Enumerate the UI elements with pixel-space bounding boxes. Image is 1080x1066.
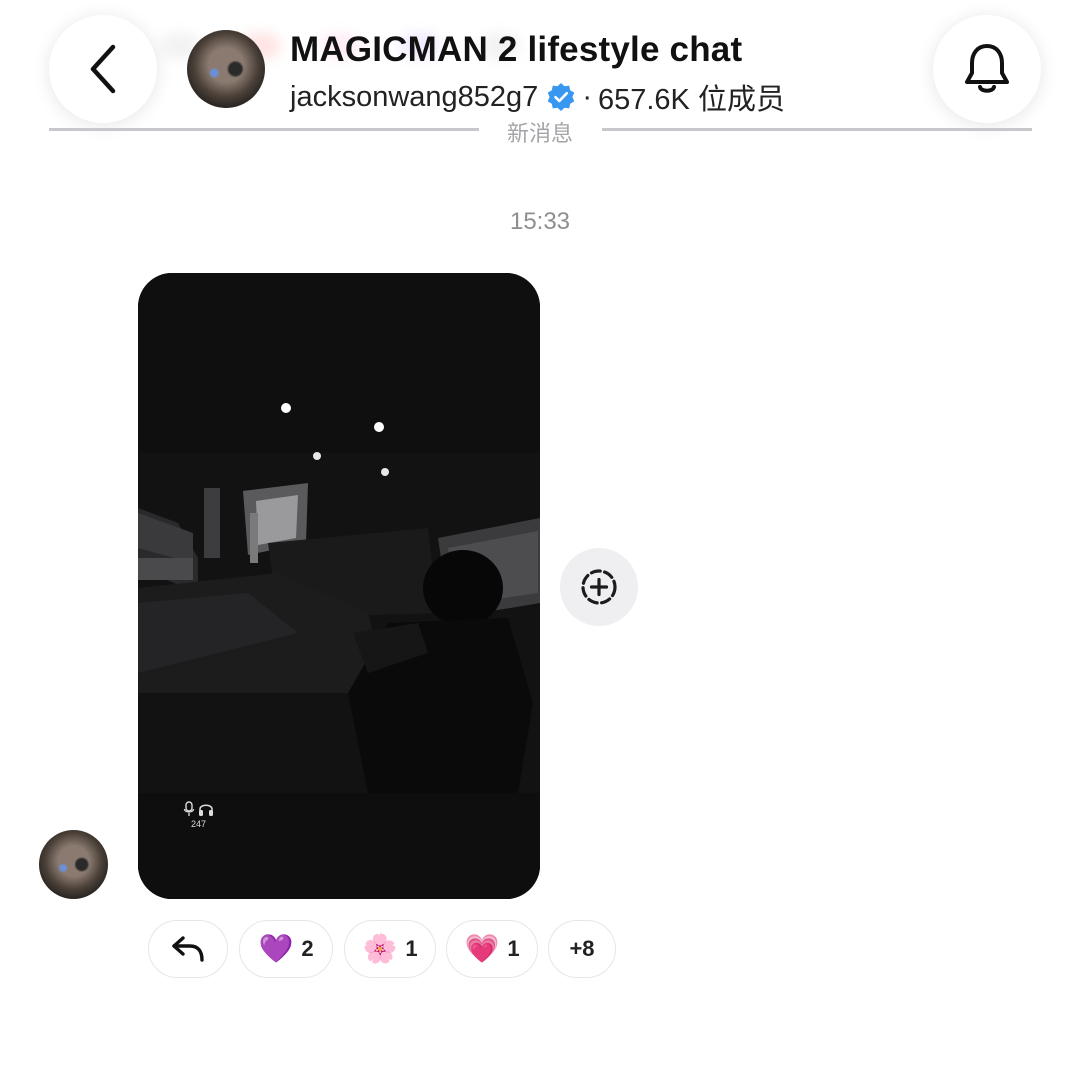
verified-badge-icon	[546, 82, 576, 112]
purple-heart-emoji: 💜	[258, 933, 294, 964]
cherry-blossom-emoji: 🌸	[362, 933, 398, 964]
more-reactions-button[interactable]: +8	[548, 920, 616, 978]
reaction-growing-heart[interactable]: 💗 1	[446, 920, 538, 978]
photo-overlay-badge: 247	[183, 801, 214, 829]
sender-avatar[interactable]	[39, 830, 108, 899]
chevron-left-icon	[90, 44, 116, 94]
reaction-purple-heart[interactable]: 💜 2	[239, 920, 333, 978]
owner-username: jacksonwang852g7	[290, 80, 539, 113]
message-timestamp: 15:33	[509, 208, 571, 235]
new-messages-divider-right	[602, 128, 1032, 131]
notifications-button[interactable]	[933, 15, 1041, 123]
headphones-icon	[199, 804, 213, 816]
add-reaction-button[interactable]	[560, 548, 638, 626]
member-count: 657.6K 位成员	[597, 84, 785, 116]
new-messages-label: 新消息	[506, 121, 573, 146]
photo-overlay-count: 247	[190, 819, 207, 829]
add-reaction-icon	[581, 569, 617, 605]
bell-icon	[965, 44, 1009, 93]
chat-header: MAGICMAN 2 lifestyle chat jacksonwang852…	[0, 0, 1080, 170]
reply-arrow-icon	[172, 936, 204, 962]
reply-button[interactable]	[148, 920, 228, 978]
subtitle-separator: ·	[582, 80, 592, 113]
chat-subtitle[interactable]: jacksonwang852g7 · 657.6K 位成员	[290, 76, 785, 118]
more-reactions-count: +8	[569, 936, 595, 961]
reaction-count: 2	[301, 936, 314, 961]
back-button[interactable]	[49, 15, 157, 123]
new-messages-divider-left	[49, 128, 479, 131]
reaction-cherry-blossom[interactable]: 🌸 1	[344, 920, 436, 978]
reaction-count: 1	[507, 936, 520, 961]
chat-title[interactable]: MAGICMAN 2 lifestyle chat	[290, 30, 742, 70]
microphone-icon	[183, 801, 195, 816]
photo-message[interactable]: 247	[138, 273, 540, 899]
growing-heart-emoji: 💗	[464, 933, 500, 964]
reaction-count: 1	[405, 936, 418, 961]
chat-avatar[interactable]	[187, 30, 265, 108]
